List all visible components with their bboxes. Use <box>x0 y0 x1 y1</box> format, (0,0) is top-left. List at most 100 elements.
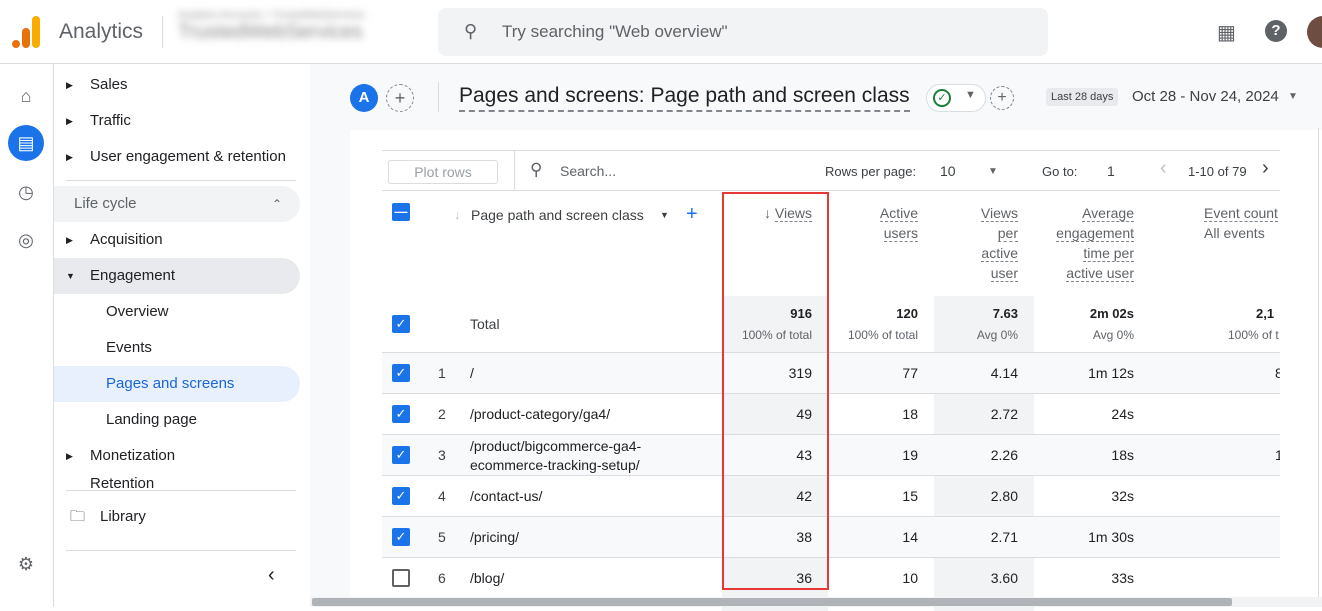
row-checkbox[interactable]: ✓ <box>392 364 410 382</box>
nav-item-engagement[interactable]: ▼ Engagement <box>54 258 300 294</box>
table-row[interactable]: 6 /blog/ 36 10 3.60 33s <box>382 557 1280 598</box>
select-all-checkbox[interactable]: — <box>392 203 410 221</box>
row-index: 2 <box>438 406 446 422</box>
lifecycle-section[interactable]: Life cycle ⌃ <box>54 186 300 222</box>
table-search-input[interactable]: Search... <box>560 163 616 179</box>
add-dimension-icon[interactable]: + <box>686 203 698 226</box>
nav-item-acquisition[interactable]: ▶ Acquisition <box>54 222 300 258</box>
vpu-header[interactable]: Views per active user <box>980 203 1018 283</box>
sort-arrow-icon: ↓ <box>454 207 461 222</box>
nav-label: Monetization <box>90 447 176 464</box>
table-row[interactable]: ✓ 2 /product-category/ga4/ 49 18 2.72 24… <box>382 393 1280 434</box>
nav-label: Library <box>100 508 146 525</box>
row-index: 1 <box>438 365 446 381</box>
prev-page-icon[interactable]: ‹ <box>1160 157 1167 180</box>
page-path[interactable]: /product/bigcommerce-ga4-ecommerce-track… <box>470 437 690 475</box>
caret-down-icon[interactable]: ▼ <box>660 210 669 220</box>
caret-down-icon[interactable]: ▼ <box>988 166 998 177</box>
collapse-chevron-left-icon[interactable]: ‹ <box>268 564 275 587</box>
nav-item-traffic[interactable]: ▶ Traffic <box>54 103 300 139</box>
analytics-logo-icon[interactable] <box>12 16 40 48</box>
row-checkbox[interactable] <box>392 569 410 587</box>
nav-item-retention[interactable]: Retention <box>54 474 300 490</box>
table-toolbar: Plot rows ⚲ Search... Rows per page: 10 … <box>382 150 1280 191</box>
rows-per-page-select[interactable]: 10 <box>940 163 956 179</box>
total-vpu-sub: Avg 0% <box>976 328 1018 342</box>
table-row[interactable]: ✓ 3 /product/bigcommerce-ga4-ecommerce-t… <box>382 434 1280 475</box>
horizontal-scrollbar[interactable] <box>310 597 1322 607</box>
nav-label: Overview <box>106 303 169 320</box>
dimension-header[interactable]: Page path and screen class <box>471 207 644 223</box>
total-views-sub: 100% of total <box>741 328 812 342</box>
page-path[interactable]: /product-category/ga4/ <box>470 406 690 422</box>
top-bar: Analytics Analytics Accounts > TrustedWe… <box>0 0 1322 64</box>
advertising-icon[interactable]: ◎ <box>8 222 44 258</box>
total-events: 2,1 <box>1256 306 1275 321</box>
views-value: 38 <box>796 529 812 545</box>
avg-engagement-value: 24s <box>1111 406 1134 422</box>
search-bar[interactable]: ⚲ Try searching "Web overview" <box>438 8 1048 56</box>
nav-item-monetization[interactable]: ▶ Monetization <box>54 438 300 474</box>
goto-label: Go to: <box>1042 164 1078 179</box>
nav-item-sales[interactable]: ▶ Sales <box>54 67 300 103</box>
account-picker[interactable]: Analytics Accounts > TrustedWebServices … <box>178 10 418 54</box>
event-count-header[interactable]: Event count All events <box>1204 203 1278 243</box>
row-checkbox[interactable]: ✓ <box>392 446 410 464</box>
header-label: Active <box>879 205 918 222</box>
avg-engagement-header[interactable]: Average engagement time per active user <box>1056 203 1134 283</box>
avg-engagement-value: 18s <box>1111 447 1134 463</box>
page-path[interactable]: / <box>470 365 690 381</box>
explore-icon[interactable]: ◷ <box>8 174 44 210</box>
nav-item-user-engagement[interactable]: ▶ User engagement & retention <box>54 139 300 175</box>
nav-item-overview[interactable]: Overview <box>54 294 300 330</box>
row-checkbox[interactable]: ✓ <box>392 487 410 505</box>
header-label: Average <box>1082 205 1134 222</box>
vpu-value: 4.14 <box>990 365 1018 381</box>
header-label: active <box>981 245 1018 262</box>
scrollbar-thumb[interactable] <box>312 598 1232 606</box>
event-count-value: 1 <box>1275 447 1280 463</box>
avg-engagement-value: 32s <box>1111 488 1134 504</box>
table-row[interactable]: ✓ 4 /contact-us/ 42 15 2.80 32s <box>382 475 1280 516</box>
home-icon[interactable]: ⌂ <box>8 78 44 114</box>
section-label: Life cycle <box>74 195 137 212</box>
next-page-icon[interactable]: › <box>1262 157 1269 180</box>
row-checkbox[interactable]: ✓ <box>392 528 410 546</box>
page-path[interactable]: /blog/ <box>470 570 690 586</box>
help-icon[interactable]: ? <box>1265 20 1287 42</box>
settings-gear-icon[interactable]: ⚙ <box>8 546 44 582</box>
active-users-header[interactable]: Active users <box>879 203 918 243</box>
table-row[interactable]: ✓ 1 / 319 77 4.14 1m 12s 8 <box>382 352 1280 393</box>
goto-input[interactable]: 1 <box>1107 163 1115 179</box>
nav-item-landing-page[interactable]: Landing page <box>54 402 300 438</box>
header-label: Event count <box>1204 205 1278 222</box>
event-count-value: 8 <box>1275 365 1280 381</box>
active-users-value: 15 <box>902 488 918 504</box>
views-value: 319 <box>788 365 812 381</box>
total-eng-sub: Avg 0% <box>1092 328 1134 342</box>
row-checkbox[interactable]: ✓ <box>392 405 410 423</box>
nav-label: Events <box>106 339 152 356</box>
nav-item-pages-and-screens[interactable]: Pages and screens <box>54 366 300 402</box>
folder-icon: 🗀 <box>70 508 86 525</box>
rows-per-page-label: Rows per page: <box>825 164 917 179</box>
total-row: ✓ Total 916 100% of total 120 100% of to… <box>382 296 1280 352</box>
views-header[interactable]: ↓ Views <box>764 203 812 223</box>
plot-rows-button[interactable]: Plot rows <box>388 160 498 184</box>
reports-icon[interactable]: ▤ <box>8 125 44 161</box>
views-value: 36 <box>796 570 812 586</box>
caret-right-icon: ▶ <box>66 116 73 126</box>
divider <box>66 550 296 551</box>
active-users-value: 10 <box>902 570 918 586</box>
total-checkbox[interactable]: ✓ <box>392 315 410 333</box>
avg-engagement-value: 1m 30s <box>1088 529 1134 545</box>
page-path[interactable]: /pricing/ <box>470 529 690 545</box>
apps-grid-icon[interactable]: ▦ <box>1217 20 1236 45</box>
avatar[interactable] <box>1307 16 1322 48</box>
nav-item-library[interactable]: 🗀 Library <box>54 499 300 535</box>
nav-item-events[interactable]: Events <box>54 330 300 366</box>
table-row[interactable]: ✓ 5 /pricing/ 38 14 2.71 1m 30s <box>382 516 1280 557</box>
page-path[interactable]: /contact-us/ <box>470 488 690 504</box>
views-value: 49 <box>796 406 812 422</box>
total-events-sub: 100% of t <box>1228 328 1279 342</box>
